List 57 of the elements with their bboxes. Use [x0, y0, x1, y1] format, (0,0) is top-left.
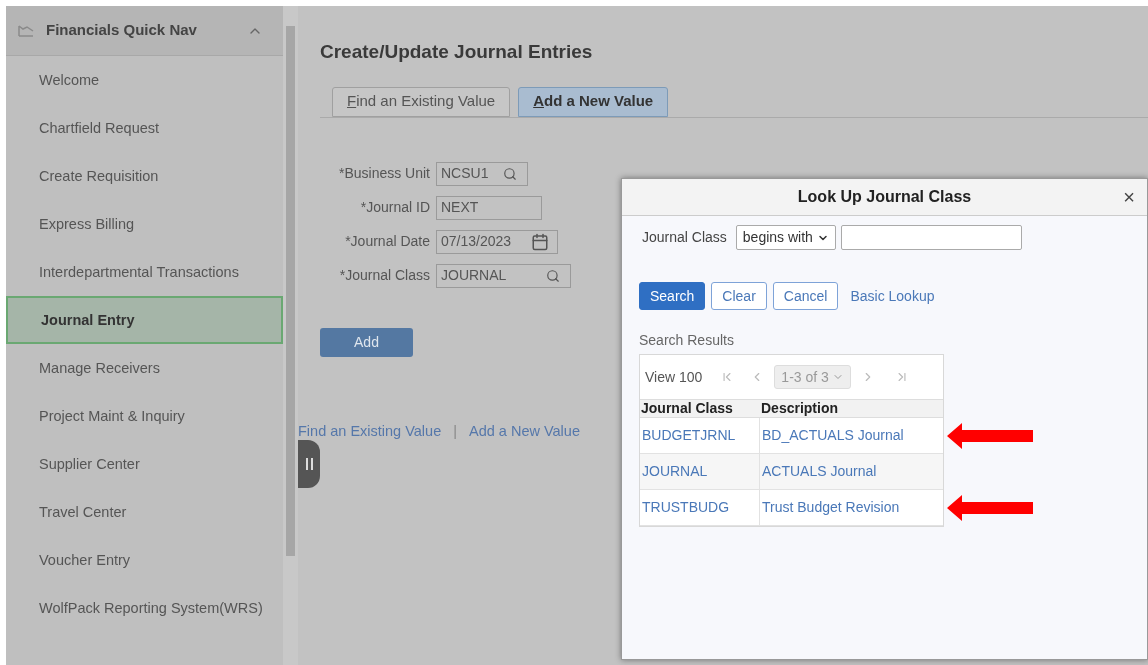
- close-button[interactable]: ×: [1123, 187, 1135, 207]
- column-header: Journal Class: [640, 399, 734, 418]
- operator-select[interactable]: begins with: [735, 225, 836, 250]
- field-label: *Journal Class: [338, 266, 430, 285]
- field-label: *Business Unit: [337, 164, 430, 183]
- column-header: Description: [760, 399, 839, 418]
- page-range-select[interactable]: 1-3 of 3: [774, 365, 851, 389]
- nav-item[interactable]: Interdepartmental Transactions: [6, 248, 283, 296]
- sidebar-title: Financials Quick Nav: [46, 20, 198, 41]
- find-link[interactable]: Find an Existing Value: [298, 420, 442, 443]
- result-link[interactable]: ACTUALS Journal: [761, 461, 877, 482]
- result-link[interactable]: BUDGETJRNL: [641, 425, 736, 446]
- dialog-button[interactable]: Search: [639, 282, 706, 310]
- nav-item[interactable]: Travel Center: [6, 488, 283, 536]
- add-button[interactable]: Add: [320, 327, 413, 357]
- result-link[interactable]: TRUSTBUDG: [641, 497, 730, 518]
- search-input[interactable]: [840, 225, 1022, 250]
- results-heading: Search Results: [639, 331, 734, 350]
- result-link[interactable]: JOURNAL: [641, 461, 708, 482]
- nav-item[interactable]: Supplier Center: [6, 440, 283, 488]
- search-icon[interactable]: [503, 166, 517, 181]
- field-label: *Journal Date: [344, 232, 430, 251]
- nav-item[interactable]: Express Billing: [6, 200, 283, 248]
- nav-item[interactable]: Project Maint & Inquiry: [6, 392, 283, 440]
- input-field[interactable]: 07/13/2023: [436, 229, 558, 254]
- pause-bars-icon: [305, 458, 313, 470]
- nav-item[interactable]: Create Requisition: [6, 152, 283, 200]
- result-row[interactable]: JOURNAL ACTUALS Journal: [640, 454, 943, 490]
- dialog-button[interactable]: Cancel: [772, 282, 839, 310]
- result-link[interactable]: BD_ACTUALS Journal: [761, 425, 904, 446]
- search-icon[interactable]: [546, 268, 560, 283]
- nav-item[interactable]: Journal Entry: [6, 296, 283, 344]
- tab[interactable]: Find an Existing Value: [332, 86, 511, 117]
- link-separator: |: [453, 421, 457, 441]
- nav-item[interactable]: Voucher Entry: [6, 536, 283, 584]
- view-all-link[interactable]: View 100: [645, 366, 703, 388]
- nav-item[interactable]: Welcome: [6, 56, 283, 104]
- input-field[interactable]: NEXT: [436, 195, 542, 220]
- input-field[interactable]: JOURNAL: [436, 263, 571, 288]
- result-link[interactable]: Trust Budget Revision: [761, 497, 900, 518]
- chart-icon: [18, 23, 34, 38]
- page-title: Create/Update Journal Entries: [320, 40, 593, 64]
- tab[interactable]: Add a New Value: [518, 86, 669, 117]
- scrollbar[interactable]: [283, 6, 298, 665]
- calendar-icon[interactable]: [531, 232, 549, 251]
- collapse-handle[interactable]: [298, 440, 320, 488]
- nav-item[interactable]: Manage Receivers: [6, 344, 283, 392]
- dialog-title: Look Up Journal Class: [797, 187, 972, 207]
- nav-item[interactable]: WolfPack Reporting System(WRS): [6, 584, 283, 632]
- nav-item[interactable]: Chartfield Request: [6, 104, 283, 152]
- sidebar-header[interactable]: Financials Quick Nav: [6, 6, 283, 56]
- dialog-button[interactable]: Clear: [711, 282, 767, 310]
- basic-lookup-link[interactable]: Basic Lookup: [850, 285, 935, 307]
- add-link[interactable]: Add a New Value: [469, 420, 580, 443]
- filter-label: Journal Class: [642, 228, 727, 247]
- input-field[interactable]: NCSU1: [436, 161, 528, 186]
- field-label: *Journal ID: [359, 198, 430, 217]
